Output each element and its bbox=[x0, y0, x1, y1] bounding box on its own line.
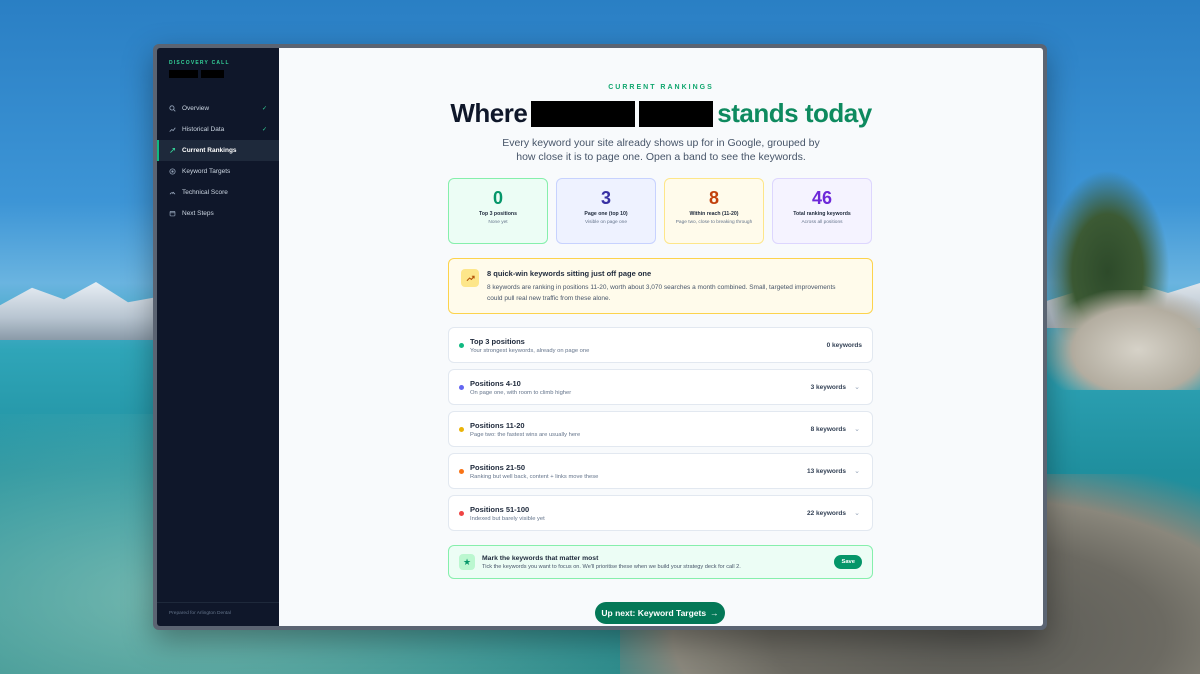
band-name: Positions 4-10 bbox=[470, 378, 521, 388]
band-name: Positions 11-20 bbox=[470, 420, 525, 430]
sidebar-item-historical-data[interactable]: Historical Data ✓ bbox=[157, 119, 279, 140]
band-count: 8 keywords bbox=[810, 425, 846, 433]
save-button[interactable]: Save bbox=[834, 555, 862, 569]
band-count: 0 keywords bbox=[826, 341, 862, 349]
quick-win-callout: 8 quick-win keywords sitting just off pa… bbox=[448, 258, 873, 314]
stat-sub: Page two, close to breaking through bbox=[675, 220, 753, 225]
star-icon: ★ bbox=[459, 554, 475, 570]
stat-value: 0 bbox=[492, 188, 503, 208]
brand-eyebrow: DISCOVERY CALL bbox=[169, 60, 230, 66]
sidebar-item-overview[interactable]: Overview ✓ bbox=[157, 98, 279, 119]
band-desc: Ranking but well back, content + links m… bbox=[470, 473, 599, 480]
band-desc: Indexed but barely visible yet bbox=[470, 515, 545, 522]
stat-value: 3 bbox=[600, 188, 611, 208]
band-dot bbox=[459, 342, 464, 348]
stat-card-top3: 0 Top 3 positions None yet bbox=[448, 178, 548, 244]
band-name: Top 3 positions bbox=[470, 336, 525, 346]
band-positions-11-20[interactable]: Positions 11-20 Page two: the fastest wi… bbox=[448, 411, 873, 447]
band-desc: On page one, with room to climb higher bbox=[470, 389, 572, 396]
band-positions-21-50[interactable]: Positions 21-50 Ranking but well back, c… bbox=[448, 453, 873, 489]
trend-icon bbox=[169, 126, 176, 133]
stat-card-total: 46 Total ranking keywords Across all pos… bbox=[772, 178, 872, 244]
stat-card-within-reach: 8 Within reach (11-20) Page two, close t… bbox=[664, 178, 764, 244]
band-dot bbox=[459, 510, 464, 516]
gauge-icon bbox=[169, 189, 176, 196]
brand: DISCOVERY CALL bbox=[157, 48, 279, 78]
target-icon bbox=[169, 168, 176, 175]
band-count: 3 keywords bbox=[810, 383, 846, 391]
callout-title: 8 quick-win keywords sitting just off pa… bbox=[487, 269, 652, 278]
arrow-right-icon: → bbox=[710, 608, 719, 618]
mark-keywords-box: ★ Mark the keywords that matter most Tic… bbox=[448, 545, 873, 579]
sidebar-footer: Prepared for Arlington Dental bbox=[157, 602, 279, 626]
stat-value: 46 bbox=[811, 188, 833, 208]
main-content: CURRENT RANKINGS Where stands today Ever… bbox=[279, 48, 1043, 626]
callout-body: 8 keywords are ranking in positions 11-2… bbox=[487, 284, 836, 302]
stat-label: Page one (top 10) bbox=[584, 211, 628, 217]
page-subtitle: Every keyword your site already shows up… bbox=[502, 137, 820, 163]
stats-row: 0 Top 3 positions None yet 3 Page one (t… bbox=[448, 178, 872, 244]
link-icon bbox=[169, 147, 176, 154]
redacted-name-part-2 bbox=[639, 100, 714, 127]
subhead-wrap: Every keyword your site already shows up… bbox=[279, 136, 1043, 164]
sidebar-item-label: Next Steps bbox=[182, 210, 214, 217]
chevron-down-icon[interactable]: ⌄ bbox=[852, 425, 862, 433]
band-dot bbox=[459, 468, 464, 474]
stat-label: Within reach (11-20) bbox=[689, 211, 739, 217]
stat-sub: None yet bbox=[488, 220, 508, 225]
band-desc: Your strongest keywords, already on page… bbox=[470, 347, 590, 354]
stat-value: 8 bbox=[708, 188, 719, 208]
stat-label: Total ranking keywords bbox=[793, 211, 851, 217]
ranking-bands: Top 3 positions Your strongest keywords,… bbox=[448, 327, 873, 531]
sidebar-item-current-rankings[interactable]: Current Rankings bbox=[157, 140, 279, 161]
wallpaper-rocks bbox=[1045, 290, 1200, 390]
redacted-name-part-1 bbox=[531, 100, 636, 127]
sidebar-item-label: Current Rankings bbox=[182, 147, 237, 154]
sidebar-item-label: Overview bbox=[182, 105, 210, 112]
sidebar-item-label: Keyword Targets bbox=[182, 168, 231, 175]
stat-sub: Across all positions bbox=[801, 220, 843, 225]
band-count: 13 keywords bbox=[806, 467, 846, 475]
sidebar-item-keyword-targets[interactable]: Keyword Targets bbox=[157, 161, 279, 182]
chevron-down-icon[interactable]: ⌄ bbox=[852, 467, 862, 475]
search-icon bbox=[169, 105, 176, 112]
sidebar-item-technical-score[interactable]: Technical Score bbox=[157, 182, 279, 203]
band-name: Positions 51-100 bbox=[470, 504, 530, 514]
savebox-title: Mark the keywords that matter most bbox=[482, 554, 599, 562]
next-section-button[interactable]: Up next: Keyword Targets → bbox=[595, 602, 725, 624]
band-name: Positions 21-50 bbox=[470, 462, 526, 472]
wallpaper-mountain-left bbox=[0, 282, 160, 340]
stat-label: Top 3 positions bbox=[479, 211, 517, 217]
next-button-label: Up next: Keyword Targets bbox=[601, 608, 707, 618]
sidebar-item-label: Technical Score bbox=[182, 189, 228, 196]
stat-sub: Visible on page one bbox=[584, 220, 628, 225]
band-count: 22 keywords bbox=[806, 509, 846, 517]
chevron-down-icon[interactable]: ⌄ bbox=[852, 509, 862, 517]
page-title: Where stands today bbox=[279, 98, 1043, 129]
band-positions-4-10[interactable]: Positions 4-10 On page one, with room to… bbox=[448, 369, 873, 405]
redacted-client-name bbox=[169, 70, 267, 78]
calendar-icon bbox=[169, 210, 176, 217]
section-eyebrow: CURRENT RANKINGS bbox=[608, 84, 714, 91]
band-dot bbox=[459, 426, 464, 432]
band-positions-51-100[interactable]: Positions 51-100 Indexed but barely visi… bbox=[448, 495, 873, 531]
stat-card-page-one: 3 Page one (top 10) Visible on page one bbox=[556, 178, 656, 244]
band-top-3: Top 3 positions Your strongest keywords,… bbox=[448, 327, 873, 363]
savebox-desc: Tick the keywords you want to focus on. … bbox=[482, 563, 741, 570]
check-icon: ✓ bbox=[261, 127, 267, 133]
chevron-down-icon[interactable]: ⌄ bbox=[852, 383, 862, 391]
sidebar: DISCOVERY CALL Overview ✓ Historical Dat… bbox=[157, 48, 279, 626]
app-window: DISCOVERY CALL Overview ✓ Historical Dat… bbox=[153, 44, 1047, 630]
headline-prefix: Where bbox=[450, 98, 528, 128]
check-icon: ✓ bbox=[261, 106, 267, 112]
sidebar-nav: Overview ✓ Historical Data ✓ Current Ran… bbox=[157, 98, 279, 224]
headline-suffix: stands today bbox=[717, 98, 872, 128]
trend-up-icon bbox=[461, 269, 479, 287]
sidebar-item-next-steps[interactable]: Next Steps bbox=[157, 203, 279, 224]
band-dot bbox=[459, 384, 464, 390]
band-desc: Page two: the fastest wins are usually h… bbox=[470, 431, 581, 438]
sidebar-item-label: Historical Data bbox=[182, 126, 225, 133]
